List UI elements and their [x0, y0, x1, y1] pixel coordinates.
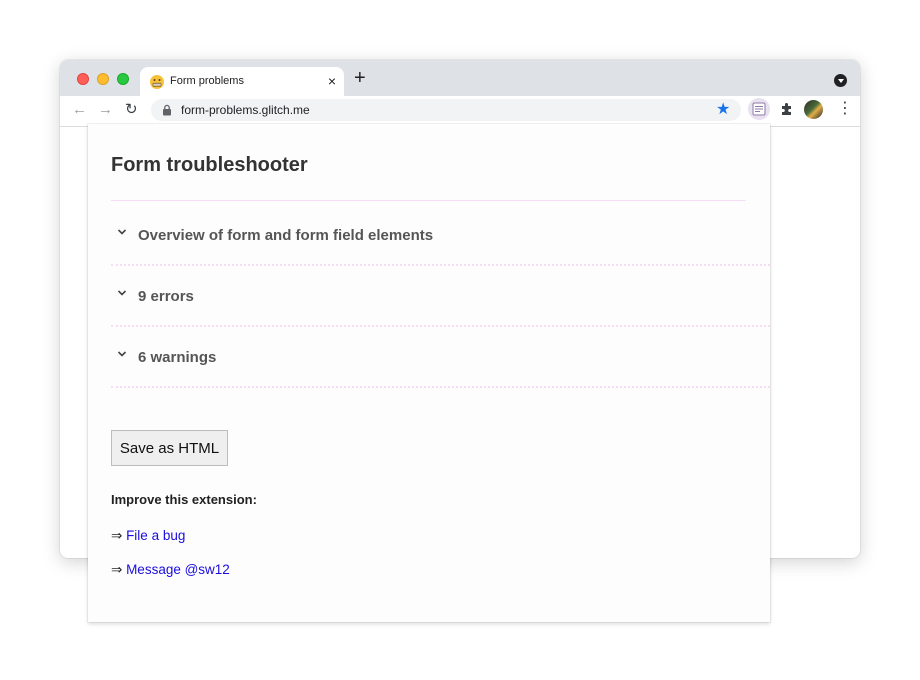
- new-tab-button[interactable]: +: [354, 68, 366, 88]
- file-a-bug-link[interactable]: File a bug: [126, 528, 185, 543]
- chevron-down-icon: [117, 351, 127, 357]
- message-row: ⇒ Message @sw12: [111, 562, 230, 578]
- arrow-glyph: ⇒: [111, 528, 127, 543]
- extensions-puzzle-icon[interactable]: [779, 101, 795, 117]
- close-window-button[interactable]: [77, 73, 89, 85]
- extension-popup: Form troubleshooter Overview of form and…: [88, 124, 770, 622]
- file-bug-row: ⇒ File a bug: [111, 528, 185, 544]
- maximize-window-button[interactable]: [117, 73, 129, 85]
- section-overview[interactable]: Overview of form and form field elements: [111, 205, 770, 266]
- lock-icon: [163, 104, 171, 116]
- forward-arrow-icon[interactable]: →: [98, 101, 113, 119]
- tab-strip: Form problems × +: [60, 60, 860, 96]
- section-label: 6 warnings: [138, 349, 217, 366]
- section-warnings[interactable]: 6 warnings: [111, 327, 770, 388]
- popup-title: Form troubleshooter: [111, 154, 308, 176]
- title-divider: [111, 200, 746, 201]
- address-bar[interactable]: form-problems.glitch.me ★: [151, 99, 741, 121]
- save-as-html-button[interactable]: Save as HTML: [111, 430, 228, 466]
- chevron-down-icon: [117, 290, 127, 296]
- reload-icon[interactable]: ↻: [125, 101, 138, 119]
- improve-heading: Improve this extension:: [111, 492, 257, 507]
- section-label: 9 errors: [138, 288, 194, 305]
- browser-toolbar: ← → ↻ form-problems.glitch.me ★ ⋮: [60, 96, 860, 127]
- tab-form-problems[interactable]: Form problems ×: [140, 67, 344, 96]
- grimacing-face-icon: [150, 75, 164, 89]
- minimize-window-button[interactable]: [97, 73, 109, 85]
- url-text[interactable]: form-problems.glitch.me: [181, 103, 310, 117]
- tab-close-icon[interactable]: ×: [328, 73, 336, 89]
- message-sw12-link[interactable]: Message @sw12: [126, 562, 230, 577]
- back-arrow-icon[interactable]: ←: [72, 101, 87, 119]
- tab-search-icon[interactable]: [834, 74, 847, 87]
- section-errors[interactable]: 9 errors: [111, 266, 770, 327]
- browser-menu-icon[interactable]: ⋮: [837, 100, 853, 118]
- bookmark-star-icon[interactable]: ★: [716, 100, 730, 120]
- form-list-icon: [752, 102, 766, 116]
- chevron-down-icon: [117, 229, 127, 235]
- arrow-glyph: ⇒: [111, 562, 127, 577]
- form-troubleshooter-extension-button[interactable]: [748, 98, 770, 120]
- profile-avatar[interactable]: [804, 100, 823, 119]
- section-label: Overview of form and form field elements: [138, 227, 434, 244]
- tab-title: Form problems: [170, 75, 244, 87]
